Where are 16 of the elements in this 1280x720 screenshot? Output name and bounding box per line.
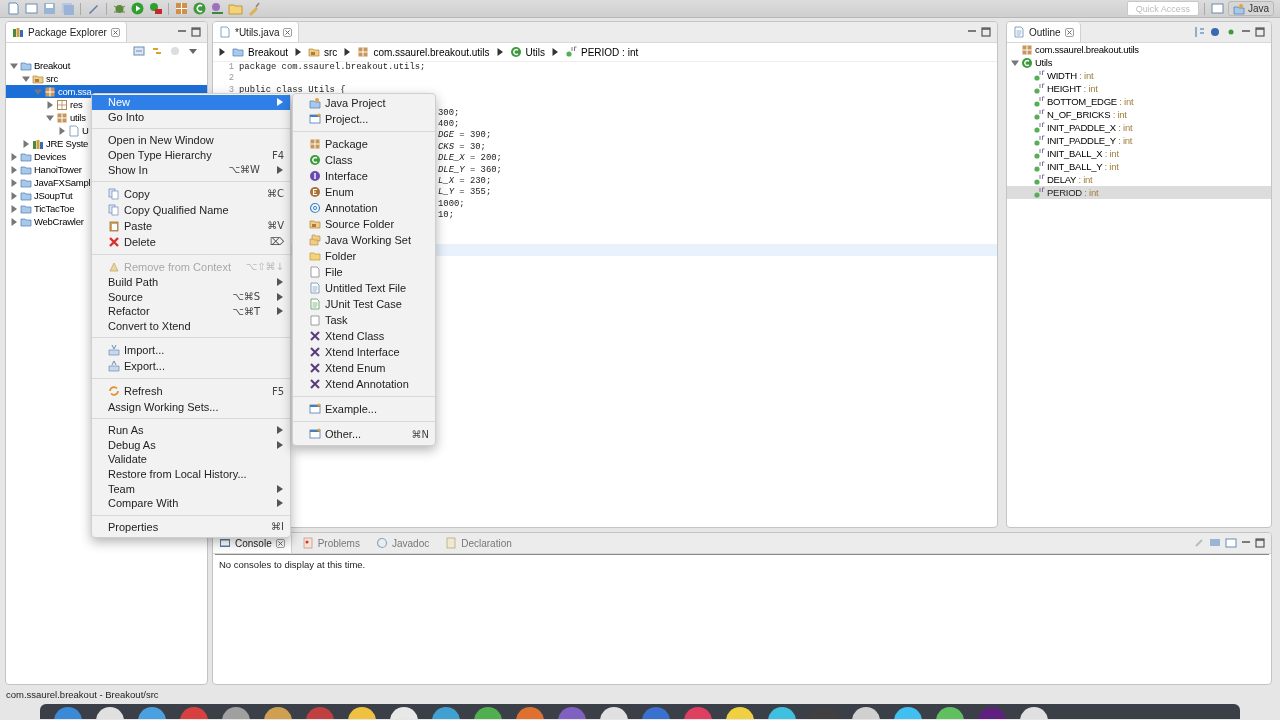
- line-number: 3: [227, 84, 235, 97]
- code-line: L_Y = 355;: [438, 187, 492, 199]
- code-line: DGE = 390;: [438, 130, 492, 142]
- code-line: package com.ssaurel.breakout.utils;: [239, 62, 426, 74]
- console-message: No consoles to display at this time.: [215, 554, 1269, 574]
- code-line: CKS = 30;: [438, 141, 486, 154]
- line-number: 1: [227, 62, 235, 74]
- line-number: 2: [227, 73, 235, 85]
- code-line: 400;: [438, 118, 460, 131]
- code-line: DLE_X = 200;: [438, 153, 502, 165]
- code-line: L_X = 230;: [438, 175, 492, 188]
- code-line: DLE_Y = 360;: [438, 164, 502, 176]
- code-line: 1000;: [438, 198, 465, 211]
- code-line: 10;: [438, 210, 454, 222]
- code-line: 300;: [438, 107, 460, 119]
- status-text: com.ssaurel.breakout - Breakout/src: [6, 689, 159, 700]
